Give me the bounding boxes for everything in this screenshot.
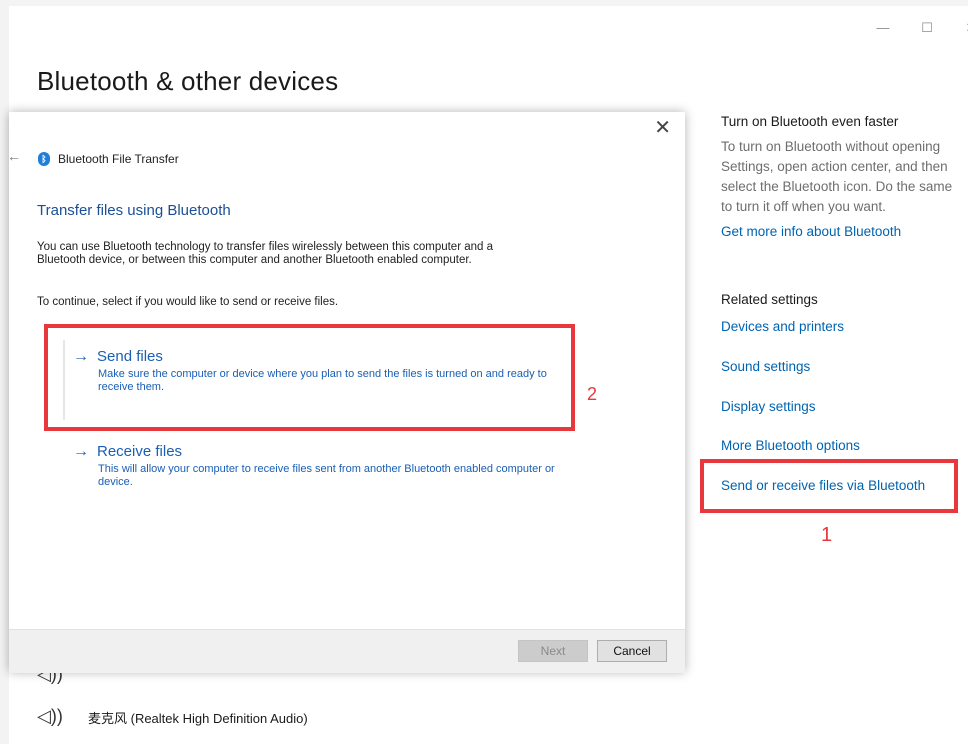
sound-settings-link[interactable]: Sound settings [721, 359, 810, 374]
dialog-description: You can use Bluetooth technology to tran… [37, 241, 494, 266]
display-settings-link[interactable]: Display settings [721, 399, 816, 414]
page-title: Bluetooth & other devices [37, 66, 339, 96]
minimize-button[interactable]: — [868, 18, 898, 38]
annotation-box-2 [44, 324, 575, 431]
tip-heading: Turn on Bluetooth even faster [721, 114, 899, 129]
next-button[interactable]: Next [518, 640, 588, 662]
dialog-prompt: To continue, select if you would like to… [37, 296, 339, 308]
annotation-mark-1: 1 [821, 524, 833, 546]
cancel-button[interactable]: Cancel [597, 640, 667, 662]
related-settings-heading: Related settings [721, 292, 818, 307]
annotation-mark-2: 2 [587, 384, 598, 404]
dialog-close-button[interactable]: ✕ [654, 118, 671, 138]
back-arrow-button[interactable]: ← [7, 148, 21, 164]
arrow-right-icon: → [73, 443, 89, 460]
microphone-device-label[interactable]: 麦克风 (Realtek High Definition Audio) [88, 708, 308, 727]
receive-files-title: Receive files [97, 443, 183, 460]
close-window-button[interactable]: ✕ [956, 18, 968, 38]
dialog-app-title: Bluetooth File Transfer [58, 152, 179, 166]
top-border [0, 0, 968, 6]
maximize-button[interactable]: ☐ [912, 18, 942, 38]
devices-and-printers-link[interactable]: Devices and printers [721, 319, 844, 334]
dialog-footer: Next Cancel [9, 629, 685, 673]
left-edge [0, 0, 9, 744]
more-bluetooth-options-link[interactable]: More Bluetooth options [721, 438, 860, 453]
tip-body: To turn on Bluetooth without opening Set… [721, 139, 953, 214]
bluetooth-icon: ᛒ [38, 152, 50, 166]
dialog-heading: Transfer files using Bluetooth [37, 202, 231, 219]
microphone-speaker-icon: ◁)) [37, 706, 63, 726]
receive-files-description: This will allow your computer to receive… [98, 463, 555, 488]
more-info-link[interactable]: Get more info about Bluetooth [721, 224, 901, 239]
annotation-box-1 [700, 459, 958, 513]
bluetooth-file-transfer-dialog: ✕ ← ᛒ Bluetooth File Transfer Transfer f… [7, 112, 685, 673]
